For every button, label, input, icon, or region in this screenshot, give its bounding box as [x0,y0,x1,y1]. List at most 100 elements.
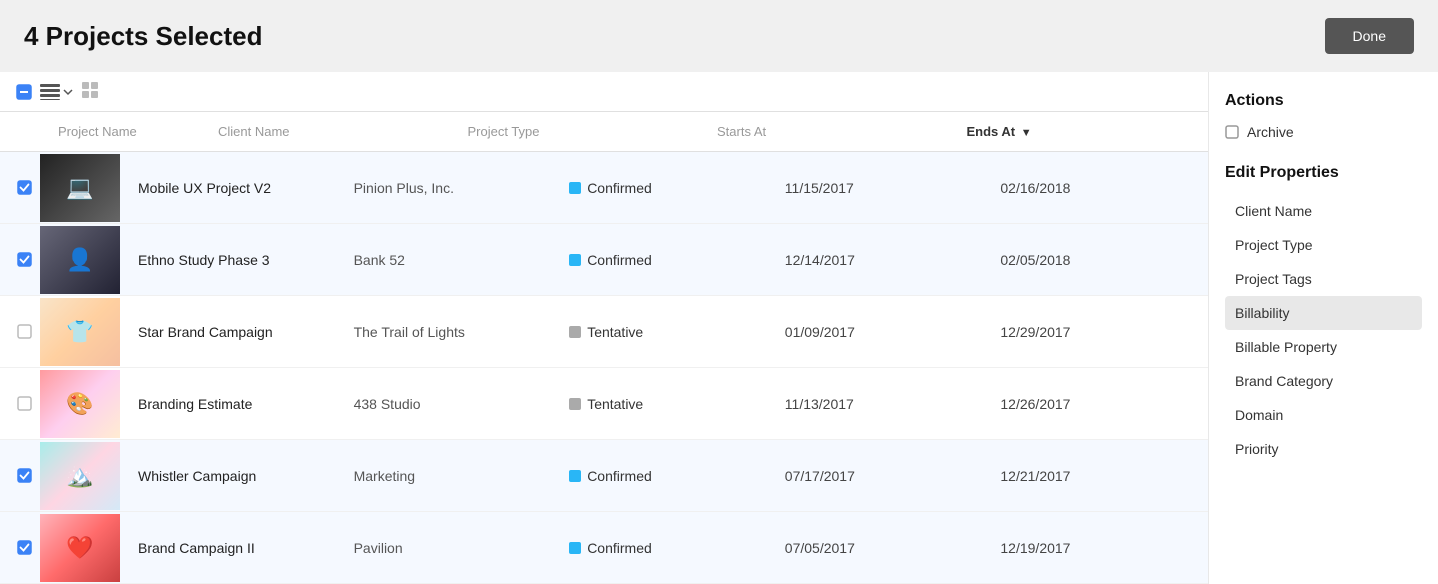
type-dot-icon [569,326,581,338]
col-ends[interactable]: Ends At ▼ [959,120,1209,143]
row-checkbox-icon [17,396,32,411]
thumbnail-image: 🏔️ [40,442,120,510]
type-label: Tentative [587,324,643,340]
row-check-col[interactable] [0,324,40,339]
grid-view-button[interactable] [82,82,98,101]
row-project-type: Confirmed [561,172,777,204]
row-checkbox-icon [17,252,32,267]
sort-arrow-icon: ▼ [1021,127,1032,139]
row-checkbox-icon [17,540,32,555]
row-project-name: Star Brand Campaign [130,316,346,348]
row-thumbnail: 👕 [40,298,130,366]
row-thumbnail: 🎨 [40,370,130,438]
prop-item-brand-category[interactable]: Brand Category [1225,364,1422,398]
select-all-checkbox[interactable] [16,84,32,100]
checkbox-icon [16,84,32,100]
thumbnail-image: 👤 [40,226,120,294]
table-headers: Project Name Client Name Project Type St… [0,112,1208,152]
row-project-name: Whistler Campaign [130,460,346,492]
col-type: Project Type [460,120,710,143]
table-row[interactable]: 👤 Ethno Study Phase 3 Bank 52 Confirmed … [0,224,1208,296]
row-thumbnail: 💻 [40,154,130,222]
toolbar [0,72,1208,112]
row-check-col[interactable] [0,468,40,483]
row-client-name: Pinion Plus, Inc. [346,172,562,204]
sidebar: Actions Archive Edit Properties Client N… [1208,72,1438,584]
grid-view-icon [82,82,98,98]
table-row[interactable]: 💻 Mobile UX Project V2 Pinion Plus, Inc.… [0,152,1208,224]
row-project-type: Tentative [561,316,777,348]
table-row[interactable]: 🎨 Branding Estimate 438 Studio Tentative… [0,368,1208,440]
table-row[interactable]: ❤️ Brand Campaign II Pavilion Confirmed … [0,512,1208,584]
row-check-col[interactable] [0,180,40,195]
done-button[interactable]: Done [1325,18,1414,54]
row-project-type: Confirmed [561,532,777,564]
thumbnail-image: 🎨 [40,370,120,438]
row-thumbnail: 🏔️ [40,442,130,510]
row-project-name: Ethno Study Phase 3 [130,244,346,276]
archive-checkbox-icon [1225,125,1239,139]
thumbnail-image: 💻 [40,154,120,222]
row-check-col[interactable] [0,540,40,555]
row-ends-date: 02/05/2018 [992,244,1208,276]
type-label: Confirmed [587,540,652,556]
col-starts: Starts At [709,120,959,143]
type-dot-icon [569,182,581,194]
dropdown-arrow-icon [62,86,74,98]
archive-label: Archive [1247,124,1294,140]
actions-title: Actions [1225,92,1422,110]
row-check-col[interactable] [0,396,40,411]
row-starts-date: 01/09/2017 [777,316,993,348]
type-dot-icon [569,470,581,482]
archive-row[interactable]: Archive [1225,124,1422,140]
col-name: Project Name [50,120,210,143]
row-checkbox-icon [17,324,32,339]
prop-item-client-name[interactable]: Client Name [1225,194,1422,228]
type-dot-icon [569,398,581,410]
row-check-col[interactable] [0,252,40,267]
list-view-icon [40,84,60,100]
row-project-type: Confirmed [561,460,777,492]
row-starts-date: 12/14/2017 [777,244,993,276]
row-starts-date: 11/13/2017 [777,388,993,420]
prop-item-billable-property[interactable]: Billable Property [1225,330,1422,364]
type-label: Confirmed [587,180,652,196]
row-ends-date: 02/16/2018 [992,172,1208,204]
type-label: Tentative [587,396,643,412]
row-starts-date: 11/15/2017 [777,172,993,204]
prop-item-project-tags[interactable]: Project Tags [1225,262,1422,296]
type-label: Confirmed [587,468,652,484]
table-row[interactable]: 👕 Star Brand Campaign The Trail of Light… [0,296,1208,368]
row-client-name: The Trail of Lights [346,316,562,348]
col-client: Client Name [210,120,460,143]
properties-list: Client NameProject TypeProject TagsBilla… [1225,194,1422,466]
prop-item-domain[interactable]: Domain [1225,398,1422,432]
type-dot-icon [569,254,581,266]
row-project-name: Mobile UX Project V2 [130,172,346,204]
row-project-name: Branding Estimate [130,388,346,420]
table-body: 💻 Mobile UX Project V2 Pinion Plus, Inc.… [0,152,1208,584]
table-row[interactable]: 🏔️ Whistler Campaign Marketing Confirmed… [0,440,1208,512]
row-starts-date: 07/05/2017 [777,532,993,564]
type-dot-icon [569,542,581,554]
col-check [0,120,50,143]
row-project-type: Confirmed [561,244,777,276]
row-ends-date: 12/19/2017 [992,532,1208,564]
list-view-button[interactable] [40,84,74,100]
row-thumbnail: 👤 [40,226,130,294]
edit-properties-title: Edit Properties [1225,164,1422,182]
row-ends-date: 12/29/2017 [992,316,1208,348]
page-title: 4 Projects Selected [24,21,262,52]
row-project-name: Brand Campaign II [130,532,346,564]
row-client-name: Pavilion [346,532,562,564]
prop-item-billability[interactable]: Billability [1225,296,1422,330]
thumbnail-image: ❤️ [40,514,120,582]
prop-item-project-type[interactable]: Project Type [1225,228,1422,262]
prop-item-priority[interactable]: Priority [1225,432,1422,466]
row-project-type: Tentative [561,388,777,420]
row-thumbnail: ❤️ [40,514,130,582]
row-starts-date: 07/17/2017 [777,460,993,492]
row-client-name: Marketing [346,460,562,492]
row-ends-date: 12/26/2017 [992,388,1208,420]
row-ends-date: 12/21/2017 [992,460,1208,492]
